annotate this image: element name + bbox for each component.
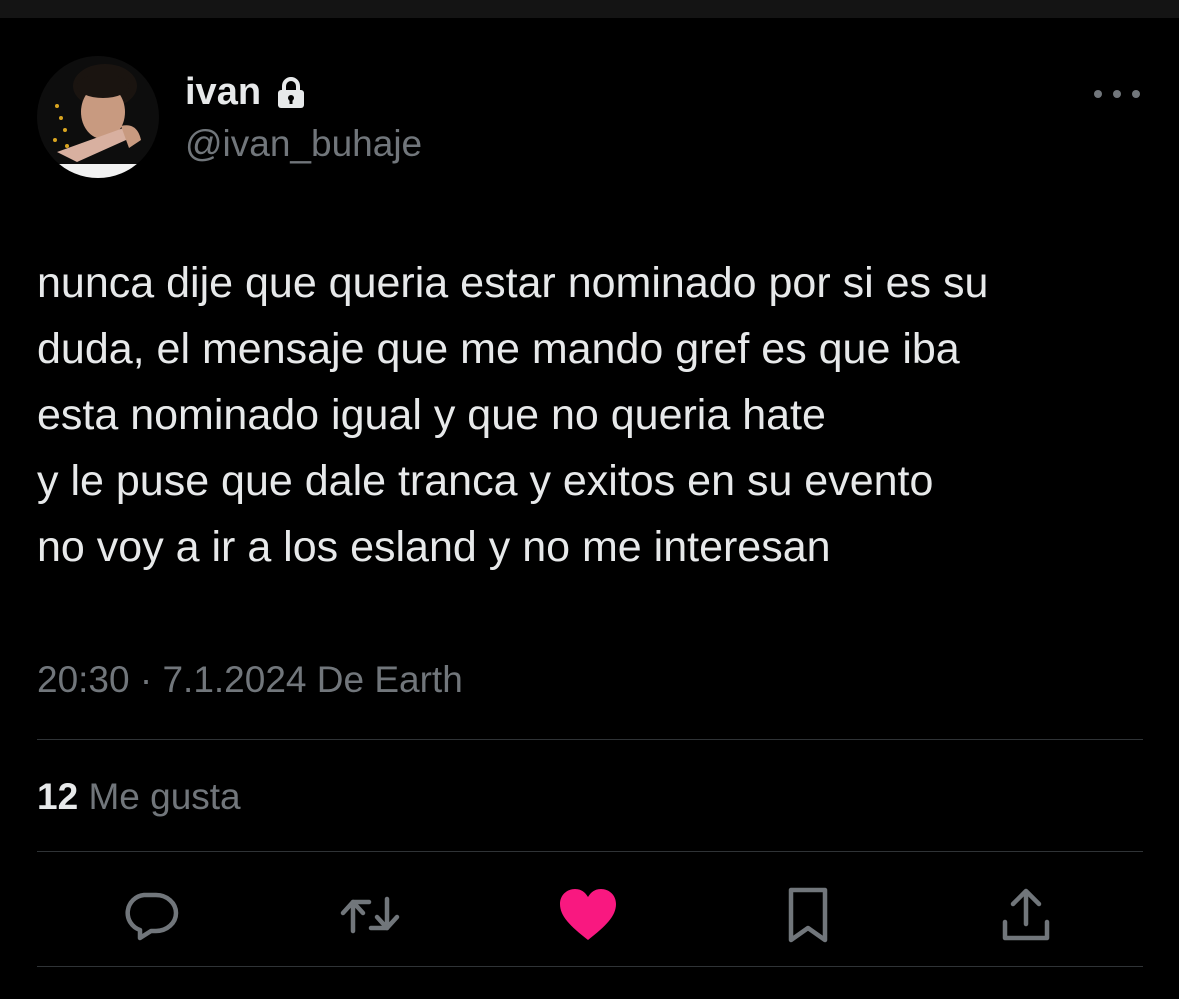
avatar-image bbox=[37, 56, 159, 178]
heart-icon bbox=[560, 889, 616, 940]
more-dot bbox=[1094, 90, 1102, 98]
more-dot bbox=[1113, 90, 1121, 98]
name-row: ivan bbox=[185, 68, 305, 116]
tweet-line: no voy a ir a los esland y no me interes… bbox=[37, 523, 831, 571]
likes-count: 12 bbox=[37, 776, 79, 817]
bookmark-icon bbox=[788, 887, 828, 943]
tweet-text: nunca dije que queria estar nominado por… bbox=[37, 250, 1147, 580]
divider bbox=[37, 966, 1143, 967]
more-options-icon[interactable] bbox=[1094, 82, 1140, 106]
tweet-line: nunca dije que queria estar nominado por… bbox=[37, 259, 989, 307]
likes-stat[interactable]: 12 Me gusta bbox=[37, 772, 241, 822]
more-dot bbox=[1132, 90, 1140, 98]
tweet-line: y le puse que dale tranca y exitos en su… bbox=[37, 457, 934, 505]
like-button[interactable] bbox=[553, 880, 623, 950]
lock-icon bbox=[277, 77, 305, 109]
tweet-line: duda, el mensaje que me mando gref es qu… bbox=[37, 325, 960, 373]
avatar[interactable] bbox=[37, 56, 159, 178]
tweet-line: esta nominado igual y que no queria hate bbox=[37, 391, 826, 439]
action-bar bbox=[0, 880, 1179, 950]
user-handle[interactable]: @ivan_buhaje bbox=[185, 120, 422, 168]
retweet-button[interactable] bbox=[335, 880, 405, 950]
divider bbox=[37, 851, 1143, 852]
display-name[interactable]: ivan bbox=[185, 68, 261, 116]
share-icon bbox=[1002, 888, 1050, 941]
reply-icon bbox=[125, 892, 179, 941]
tweet-timestamp[interactable]: 20:30 · 7.1.2024 De Earth bbox=[37, 655, 463, 705]
reply-button[interactable] bbox=[115, 880, 185, 950]
divider bbox=[37, 739, 1143, 740]
top-bar bbox=[0, 0, 1179, 18]
likes-label: Me gusta bbox=[88, 776, 241, 817]
retweet-icon bbox=[340, 896, 400, 934]
share-button[interactable] bbox=[991, 880, 1061, 950]
bookmark-button[interactable] bbox=[773, 880, 843, 950]
